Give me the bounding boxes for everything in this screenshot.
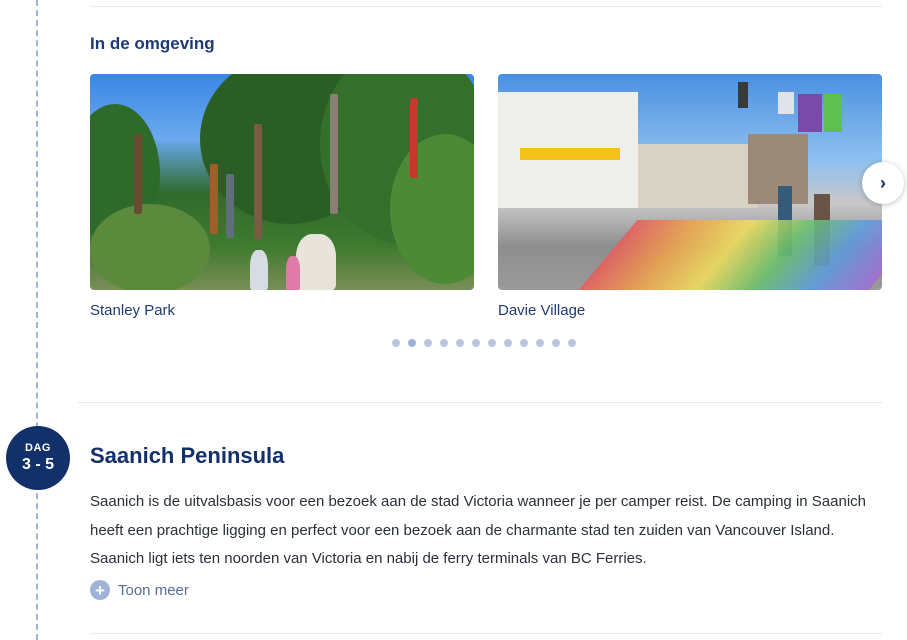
pagination-dot[interactable]: [504, 339, 512, 347]
section-title: In de omgeving: [90, 34, 215, 53]
day-badge-range: 3 - 5: [21, 456, 54, 473]
divider: [90, 6, 882, 7]
pagination-dot[interactable]: [424, 339, 432, 347]
pagination-dot[interactable]: [472, 339, 480, 347]
pagination-dot[interactable]: [552, 339, 560, 347]
stanley-park-photo[interactable]: [90, 74, 474, 290]
divider: [90, 633, 882, 634]
carousel-card-stanley-park[interactable]: Stanley Park: [90, 74, 474, 319]
chevron-right-icon: ›: [880, 172, 886, 193]
davie-village-photo[interactable]: [498, 74, 882, 290]
divider: [78, 402, 882, 403]
show-more-label: Toon meer: [118, 581, 189, 599]
nearby-carousel: Stanley Park Davie Village: [90, 74, 902, 324]
card-caption[interactable]: Davie Village: [498, 302, 882, 319]
pagination-dot-active[interactable]: [408, 339, 416, 347]
carousel-pagination: [392, 339, 576, 347]
carousel-card-davie-village[interactable]: Davie Village: [498, 74, 882, 319]
card-caption[interactable]: Stanley Park: [90, 302, 474, 319]
pagination-dot[interactable]: [440, 339, 448, 347]
day-badge: DAG 3 - 5: [6, 426, 70, 490]
pagination-dot[interactable]: [568, 339, 576, 347]
carousel-next-button[interactable]: ›: [862, 162, 904, 204]
pagination-dot[interactable]: [520, 339, 528, 347]
pagination-dot[interactable]: [536, 339, 544, 347]
plus-circle-icon: +: [90, 580, 110, 600]
day-description: Saanich is de uitvalsbasis voor een bezo…: [90, 493, 866, 567]
show-more-button[interactable]: + Toon meer: [90, 580, 189, 600]
pagination-dot[interactable]: [488, 339, 496, 347]
pagination-dot[interactable]: [456, 339, 464, 347]
timeline-line: [36, 0, 38, 640]
day-badge-label: DAG: [25, 442, 51, 454]
pagination-dot[interactable]: [392, 339, 400, 347]
day-title: Saanich Peninsula: [90, 443, 285, 468]
